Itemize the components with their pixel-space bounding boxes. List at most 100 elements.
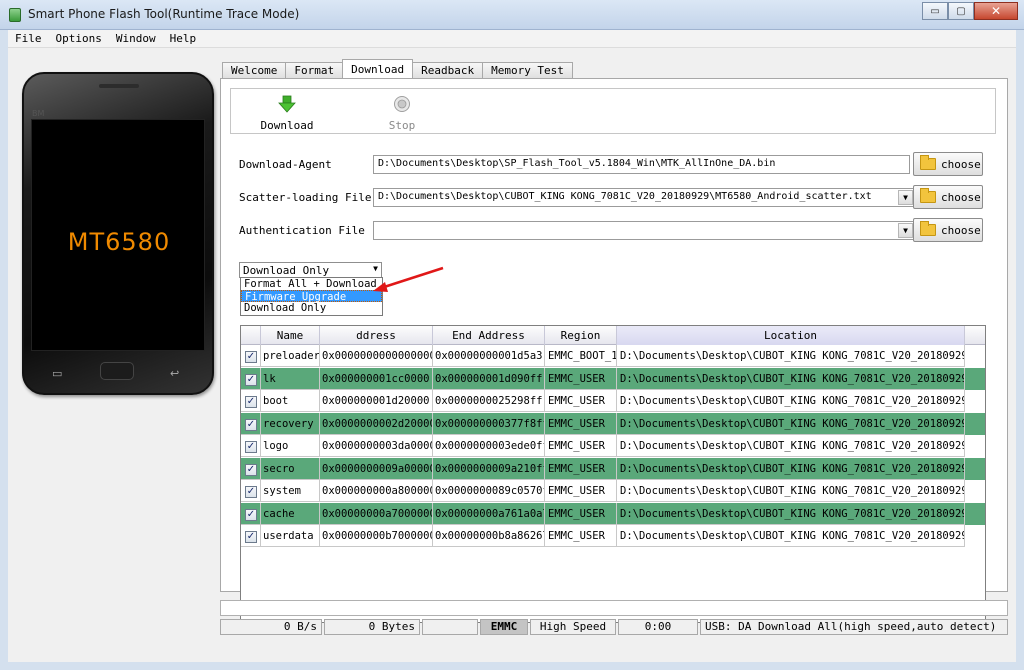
auth-label: Authentication File [239, 224, 365, 237]
download-mode-select[interactable]: Download Only ▼ [239, 262, 382, 278]
row-location: D:\Documents\Desktop\CUBOT_KING KONG_708… [617, 390, 965, 412]
mode-option-firmware-upgrade[interactable]: Firmware Upgrade [241, 290, 382, 303]
row-check-cell: ✓ [241, 457, 261, 480]
row-region: EMMC_USER [545, 457, 617, 480]
col-begin-header[interactable]: ddress [320, 326, 433, 345]
choose-download-agent-button[interactable]: choose [913, 152, 983, 176]
row-region: EMMC_USER [545, 525, 617, 547]
download-arrow-icon [278, 95, 296, 113]
row-location: D:\Documents\Desktop\CUBOT_KING KONG_708… [617, 525, 965, 547]
phone-earpiece [99, 84, 139, 88]
row-location: D:\Documents\Desktop\CUBOT_KING KONG_708… [617, 412, 965, 435]
row-name: boot [261, 390, 320, 412]
mode-option-download-only[interactable]: Download Only [241, 302, 382, 314]
row-checkbox[interactable]: ✓ [245, 351, 257, 363]
auth-dropdown-arrow-icon[interactable]: ▼ [898, 223, 913, 238]
status-time: 0:00 [618, 619, 698, 635]
download-agent-label: Download-Agent [239, 158, 332, 171]
tab-memory-test[interactable]: Memory Test [482, 62, 573, 78]
row-begin-address: 0x0000000000000000 [320, 345, 433, 367]
tab-readback[interactable]: Readback [412, 62, 484, 78]
row-name: system [261, 480, 320, 502]
download-panel: Download Stop Download-Agent D:\Document… [220, 78, 1008, 623]
table-header: Name ddress End Address Region Location [241, 326, 985, 345]
download-agent-input[interactable]: D:\Documents\Desktop\SP_Flash_Tool_v5.18… [373, 155, 910, 174]
table-row[interactable]: ✓ lk 0x000000001cc0000 0x000000001d090ff EMM… [241, 367, 985, 390]
row-begin-address: 0x0000000002d20000 [320, 412, 433, 435]
row-checkbox[interactable]: ✓ [245, 441, 257, 453]
col-name-header[interactable]: Name [261, 326, 320, 345]
table-row[interactable]: ✓ recovery 0x0000000002d20000 0x00000000037… [241, 412, 985, 435]
row-checkbox[interactable]: ✓ [245, 396, 257, 408]
scatter-label: Scatter-loading File [239, 191, 372, 204]
minimize-button[interactable]: ▭ [922, 2, 948, 20]
table-row[interactable]: ✓ logo 0x0000000003da0000 0x0000000003ede0f… [241, 435, 985, 457]
phone-image: BM MT6580 ▭ ↩ [22, 72, 214, 395]
row-end-address: 0x00000000b8a86267 [433, 525, 545, 547]
choose-label: choose [941, 190, 981, 204]
col-end-header[interactable]: End Address [433, 326, 545, 345]
row-end-address: 0x0000000025298ff [433, 390, 545, 412]
row-begin-address: 0x0000000009a00000 [320, 457, 433, 480]
row-checkbox[interactable]: ✓ [245, 373, 257, 386]
col-region-header[interactable]: Region [545, 326, 617, 345]
menu-options[interactable]: Options [49, 32, 109, 45]
row-location: D:\Documents\Desktop\CUBOT_KING KONG_708… [617, 502, 965, 525]
table-row[interactable]: ✓ system 0x000000000a800000 0x0000000089c05… [241, 480, 985, 502]
row-region: EMMC_USER [545, 502, 617, 525]
download-button[interactable]: Download [257, 95, 317, 132]
row-region: EMMC_USER [545, 367, 617, 390]
menu-window[interactable]: Window [109, 32, 163, 45]
table-row[interactable]: ✓ secro 0x0000000009a00000 0x0000000009a210… [241, 457, 985, 480]
chip-label: MT6580 [67, 228, 171, 256]
table-row[interactable]: ✓ cache 0x00000000a7000000 0x00000000a761a0… [241, 502, 985, 525]
row-begin-address: 0x0000000003da0000 [320, 435, 433, 457]
choose-auth-button[interactable]: choose [913, 218, 983, 242]
table-row[interactable]: ✓ userdata 0x00000000b7000000 0x00000000b8a… [241, 525, 985, 547]
close-button[interactable]: ✕ [974, 2, 1018, 20]
menu-key-icon: ▭ [52, 367, 63, 380]
table-row[interactable]: ✓ preloader 0x0000000000000000 0x0000000000… [241, 345, 985, 367]
menu-file[interactable]: File [8, 32, 49, 45]
row-location: D:\Documents\Desktop\CUBOT_KING KONG_708… [617, 345, 965, 367]
row-checkbox[interactable]: ✓ [245, 508, 257, 521]
row-check-cell: ✓ [241, 345, 261, 367]
row-location: D:\Documents\Desktop\CUBOT_KING KONG_708… [617, 457, 965, 480]
row-check-cell: ✓ [241, 390, 261, 412]
menu-help[interactable]: Help [163, 32, 204, 45]
row-checkbox[interactable]: ✓ [245, 486, 257, 498]
table-row[interactable]: ✓ boot 0x000000001d20000 0x0000000025298ff E… [241, 390, 985, 412]
status-storage: EMMC [480, 619, 528, 635]
status-speed: 0 B/s [220, 619, 322, 635]
row-end-address: 0x0000000003ede0ff [433, 435, 545, 457]
window-title: Smart Phone Flash Tool(Runtime Trace Mod… [28, 7, 300, 21]
scatter-dropdown-arrow-icon[interactable]: ▼ [898, 190, 913, 205]
row-region: EMMC_USER [545, 480, 617, 502]
row-name: logo [261, 435, 320, 457]
tab-welcome[interactable]: Welcome [222, 62, 287, 78]
stop-icon [394, 96, 410, 112]
tab-download[interactable]: Download [342, 59, 414, 78]
restore-button[interactable]: ▢ [948, 2, 974, 20]
row-checkbox[interactable]: ✓ [245, 531, 257, 543]
row-check-cell: ✓ [241, 480, 261, 502]
home-key-icon [100, 362, 134, 380]
phone-brand: BM [32, 109, 45, 118]
stop-button[interactable]: Stop [372, 95, 432, 132]
client-area: BM MT6580 ▭ ↩ Welcome Format Download Re… [8, 48, 1016, 662]
auth-input[interactable]: ▼ [373, 221, 915, 240]
status-mode: High Speed [530, 619, 616, 635]
col-location-header[interactable]: Location [617, 326, 965, 345]
row-region: EMMC_USER [545, 412, 617, 435]
tab-format[interactable]: Format [285, 62, 344, 78]
row-begin-address: 0x00000000b7000000 [320, 525, 433, 547]
row-checkbox[interactable]: ✓ [245, 463, 257, 476]
mode-option-format-all[interactable]: Format All + Download [241, 278, 382, 290]
row-checkbox[interactable]: ✓ [245, 418, 257, 431]
scatter-input[interactable]: D:\Documents\Desktop\CUBOT_KING KONG_708… [373, 188, 915, 207]
row-name: recovery [261, 412, 320, 435]
choose-scatter-button[interactable]: choose [913, 185, 983, 209]
folder-icon [920, 188, 936, 203]
row-name: userdata [261, 525, 320, 547]
status-bytes: 0 Bytes [324, 619, 420, 635]
